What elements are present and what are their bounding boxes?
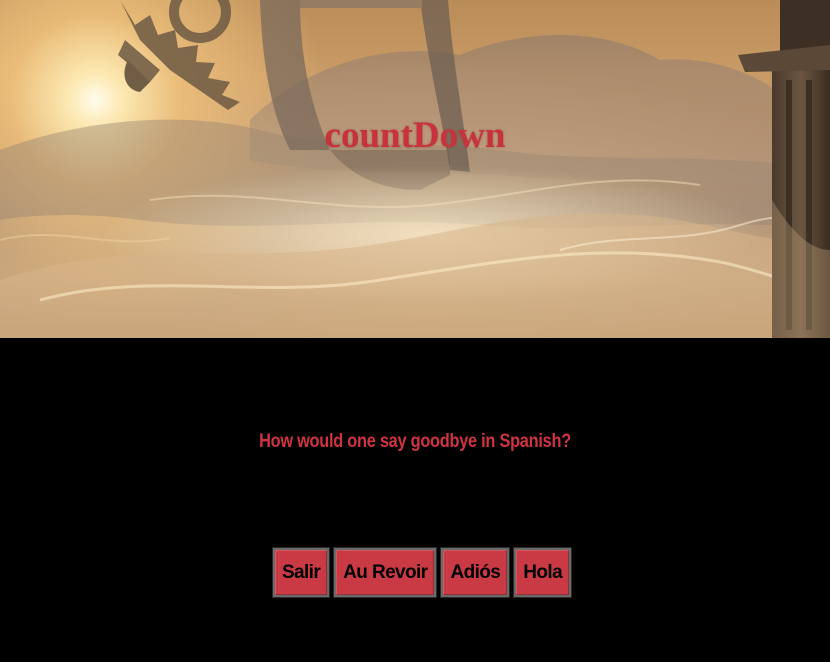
question-text: How would one say goodbye in Spanish? xyxy=(259,431,571,452)
answer-options: Salir Au Revoir Adiós Hola xyxy=(0,547,830,598)
answer-button-hola[interactable]: Hola xyxy=(513,547,573,598)
answer-button-au-revoir[interactable]: Au Revoir xyxy=(333,547,438,598)
game-title: countDown xyxy=(324,115,506,156)
answer-button-adios[interactable]: Adiós xyxy=(440,547,511,598)
banner-image xyxy=(0,0,830,338)
banner-scene-art xyxy=(0,0,830,338)
game-screen: countDown How would one say goodbye in S… xyxy=(0,0,830,662)
answer-button-salir[interactable]: Salir xyxy=(271,547,331,598)
